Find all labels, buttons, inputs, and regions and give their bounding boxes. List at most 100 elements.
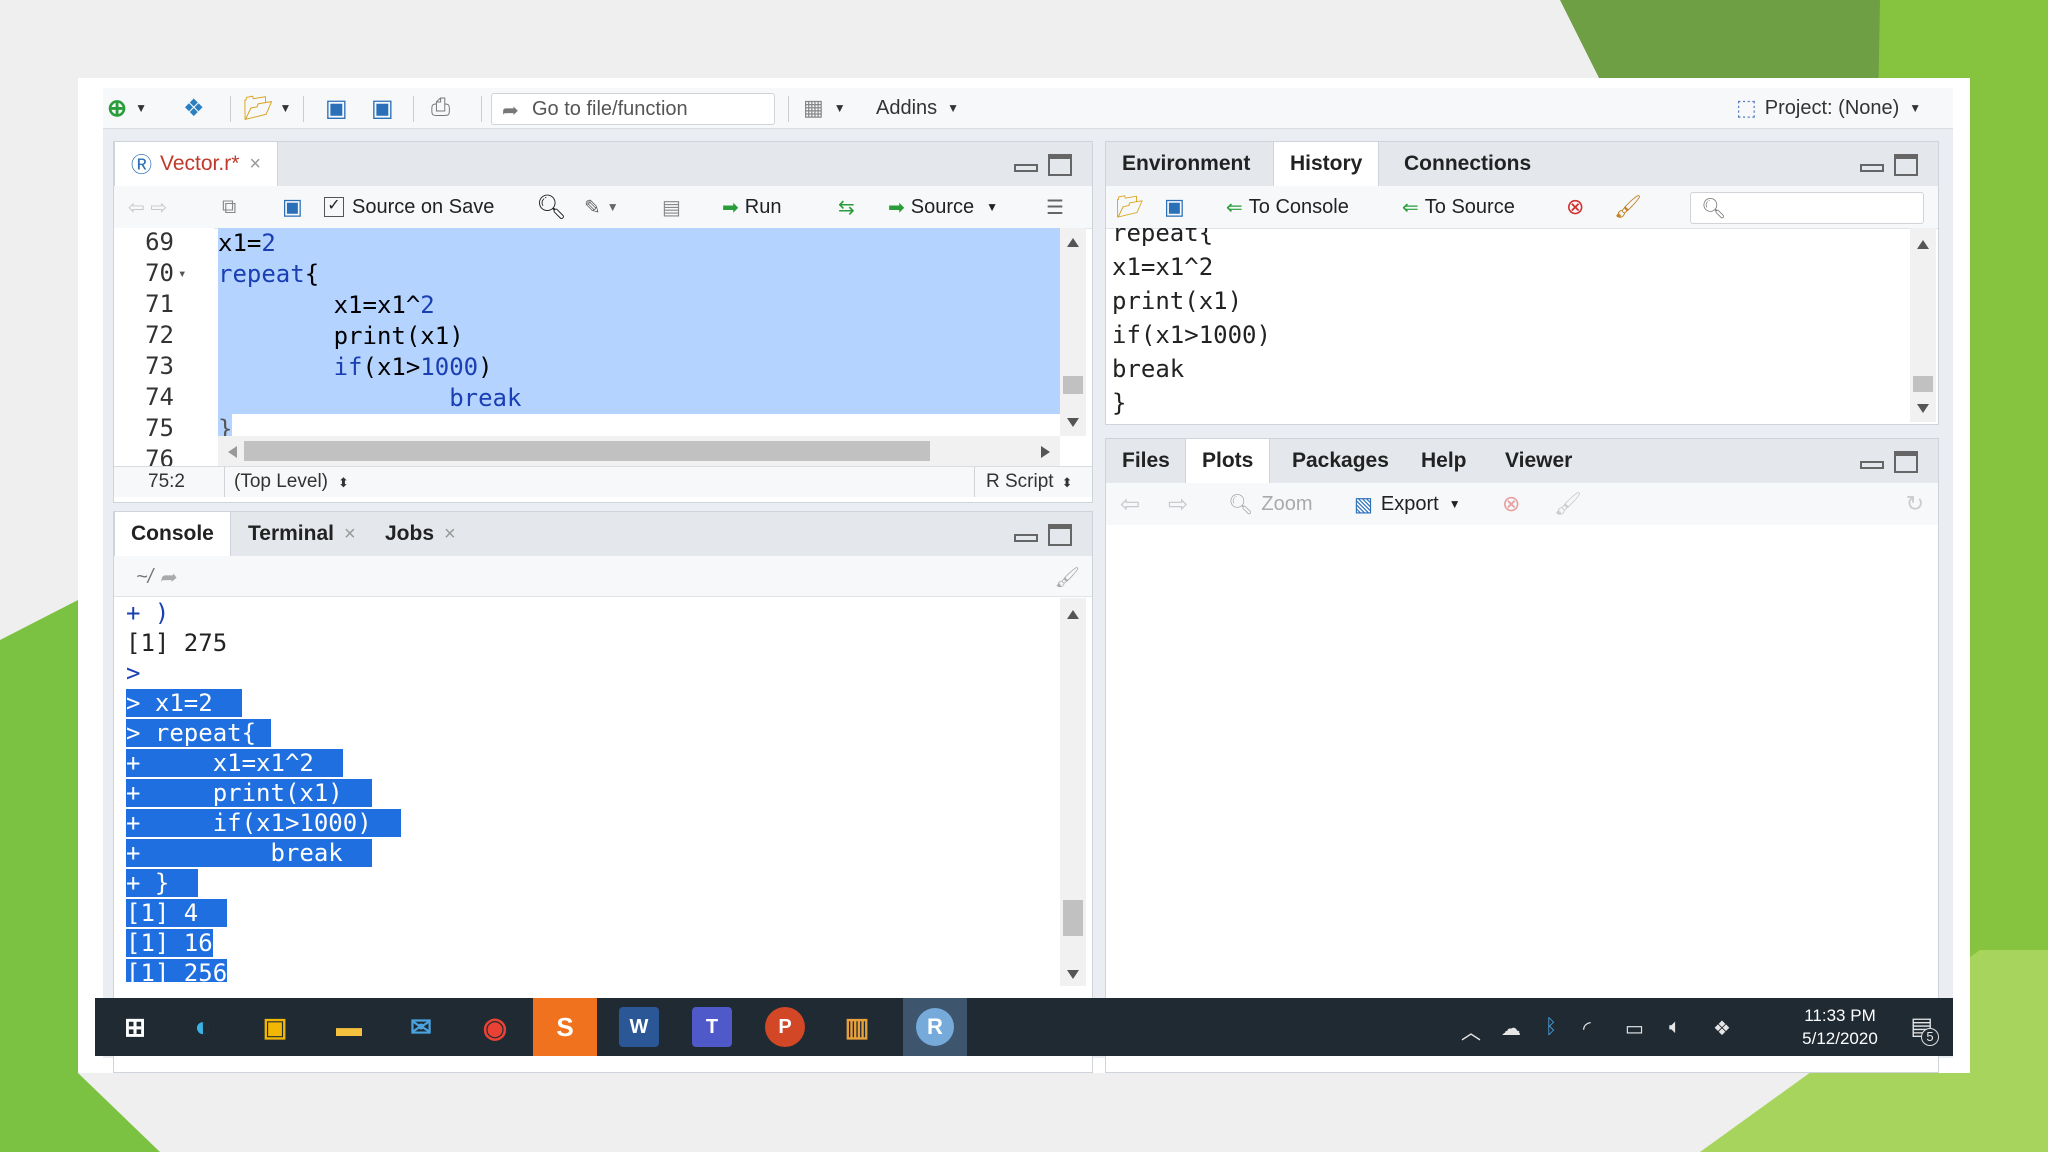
notifications-icon[interactable]: ▤ 5: [1910, 1012, 1939, 1046]
cursor-position: 75:2: [148, 471, 185, 492]
open-file-icon[interactable]: 📂︎ ▼: [243, 95, 291, 122]
wifi-icon[interactable]: ◜: [1583, 1016, 1591, 1041]
scope-selector[interactable]: (Top Level) ⬍: [234, 471, 349, 493]
history-item[interactable]: break: [1112, 352, 1184, 383]
tab-jobs[interactable]: Jobs ×: [369, 512, 472, 556]
tab-packages[interactable]: Packages: [1276, 439, 1405, 483]
clear-history-icon[interactable]: 🖌︎: [1614, 194, 1642, 220]
tab-terminal[interactable]: Terminal ×: [232, 512, 372, 556]
history-item[interactable]: x1=x1^2: [1112, 250, 1213, 281]
history-item[interactable]: if(x1>1000): [1112, 318, 1271, 349]
search-icon[interactable]: 🔍︎: [536, 194, 566, 221]
save-file-icon[interactable]: ▣: [282, 194, 303, 220]
clear-plots-icon[interactable]: 🖌︎: [1554, 491, 1582, 517]
refresh-icon[interactable]: ↻: [1906, 491, 1924, 517]
source-on-save-checkbox[interactable]: ✓ Source on Save: [324, 194, 494, 220]
tab-plots[interactable]: Plots: [1185, 439, 1271, 483]
source-minmax[interactable]: [1014, 154, 1074, 176]
project-menu[interactable]: ⬚ Project: (None) ▼: [1736, 95, 1921, 120]
addins-menu[interactable]: Addins ▼: [876, 96, 959, 120]
bluetooth-icon[interactable]: ᛒ: [1545, 1016, 1557, 1039]
print-icon[interactable]: ⎙: [431, 94, 450, 121]
console-line: > x1=2: [126, 688, 242, 718]
skype-icon[interactable]: S: [533, 998, 597, 1056]
run-button[interactable]: ➡ Run: [722, 194, 781, 220]
outline-icon[interactable]: ▤: [662, 194, 681, 220]
back-icon[interactable]: ⇦ ⇨: [128, 194, 167, 220]
tab-help[interactable]: Help: [1405, 439, 1483, 483]
history-vscrollbar[interactable]: [1910, 228, 1936, 422]
load-history-icon[interactable]: 📂︎: [1116, 194, 1144, 220]
chrome-icon[interactable]: ◉: [475, 1007, 515, 1047]
battery-icon[interactable]: ▭: [1625, 1016, 1644, 1041]
to-source-button[interactable]: ⇐ To Source: [1402, 194, 1515, 220]
rstudio-taskbar-icon[interactable]: R: [903, 998, 967, 1056]
close-icon[interactable]: ×: [444, 523, 456, 546]
word-icon[interactable]: W: [619, 1007, 659, 1047]
remove-entry-icon[interactable]: ⊗: [1566, 194, 1584, 220]
console-minmax[interactable]: [1014, 524, 1074, 546]
editor-hscrollbar[interactable]: [218, 436, 1060, 466]
tab-files[interactable]: Files: [1106, 439, 1186, 483]
powerpoint-icon[interactable]: P: [765, 1007, 805, 1047]
console-vscrollbar[interactable]: [1060, 598, 1086, 986]
code-editor[interactable]: x1=2 repeat{ x1=x1^2 print(x1) if(x1>100…: [218, 228, 1060, 436]
tab-vector-r[interactable]: Ⓡ Vector.r* ×: [114, 142, 279, 186]
history-item[interactable]: repeat{: [1112, 228, 1213, 247]
to-console-label: To Console: [1248, 195, 1349, 218]
mail-icon[interactable]: ✉: [401, 1007, 441, 1047]
volume-icon[interactable]: 🔈︎: [1669, 1016, 1681, 1039]
save-icon[interactable]: ▣: [325, 95, 348, 122]
windows-start-icon[interactable]: ⊞: [115, 1007, 155, 1047]
plots-minmax[interactable]: [1860, 451, 1920, 473]
store-icon[interactable]: ▣: [255, 1007, 295, 1047]
go-to-directory-icon[interactable]: ➦: [159, 565, 176, 590]
edge-icon[interactable]: ◐: [183, 1007, 223, 1047]
new-project-icon[interactable]: ❖: [183, 95, 205, 122]
editor-vscrollbar[interactable]: [1060, 228, 1086, 436]
goto-file-input[interactable]: ➦ Go to file/function: [491, 93, 775, 125]
rerun-icon[interactable]: ⇆: [838, 194, 855, 220]
tab-history-label: History: [1290, 152, 1363, 175]
new-file-icon[interactable]: ⊕ ▼: [107, 95, 147, 122]
dropbox-icon[interactable]: ❖: [1713, 1016, 1731, 1041]
clear-console-icon[interactable]: 🖌︎: [1055, 564, 1080, 590]
file-type-selector[interactable]: R Script ⬍: [986, 471, 1072, 493]
tab-environment[interactable]: Environment: [1106, 142, 1266, 186]
export-label: Export: [1380, 492, 1439, 515]
history-item[interactable]: }: [1112, 386, 1126, 417]
zoom-button[interactable]: 🔍︎ Zoom: [1228, 491, 1313, 517]
env-minmax[interactable]: [1860, 154, 1920, 176]
history-list[interactable]: repeat{ x1=x1^2 print(x1) if(x1>1000) br…: [1106, 228, 1912, 422]
to-console-button[interactable]: ⇐ To Console: [1226, 194, 1349, 220]
close-icon[interactable]: ×: [249, 153, 261, 176]
history-search-input[interactable]: 🔍︎: [1690, 192, 1924, 224]
show-hidden-icons[interactable]: ︿: [1461, 1016, 1481, 1045]
document-outline-icon[interactable]: ☰: [1046, 194, 1064, 220]
source-button[interactable]: ➡ Source ▼: [888, 194, 998, 220]
pane-layout-icon[interactable]: ▦ ▼: [803, 95, 846, 120]
console-output[interactable]: + ) [1] 275 > > x1=2 > repeat{ + x1=x1^2…: [114, 598, 1060, 982]
tab-console[interactable]: Console: [114, 512, 231, 556]
show-in-window-icon[interactable]: ⧉: [222, 194, 236, 220]
code-tools-icon[interactable]: ✎ ▼: [584, 194, 619, 220]
teams-icon[interactable]: T: [692, 1007, 732, 1047]
file-explorer-icon[interactable]: ▬: [329, 1007, 369, 1047]
save-history-icon[interactable]: ▣: [1164, 194, 1185, 220]
winrar-icon[interactable]: ▥: [837, 1007, 877, 1047]
save-all-icon[interactable]: ▣: [371, 95, 394, 122]
export-button[interactable]: ▧ Export ▼: [1354, 491, 1461, 517]
close-icon[interactable]: ×: [344, 523, 356, 546]
tab-connections[interactable]: Connections: [1388, 142, 1547, 186]
goto-placeholder: Go to file/function: [532, 98, 688, 120]
tab-history[interactable]: History: [1273, 142, 1380, 186]
scope-label: (Top Level): [234, 471, 328, 492]
remove-plot-icon[interactable]: ⊗: [1502, 491, 1520, 517]
fold-icon[interactable]: ▾: [178, 259, 186, 290]
onedrive-icon[interactable]: ☁: [1501, 1016, 1521, 1041]
previous-plot-icon[interactable]: ⇦: [1120, 491, 1140, 518]
taskbar-clock[interactable]: 11:33 PM 5/12/2020: [1785, 1004, 1895, 1050]
tab-viewer[interactable]: Viewer: [1489, 439, 1588, 483]
next-plot-icon[interactable]: ⇨: [1168, 491, 1188, 518]
history-item[interactable]: print(x1): [1112, 284, 1242, 315]
